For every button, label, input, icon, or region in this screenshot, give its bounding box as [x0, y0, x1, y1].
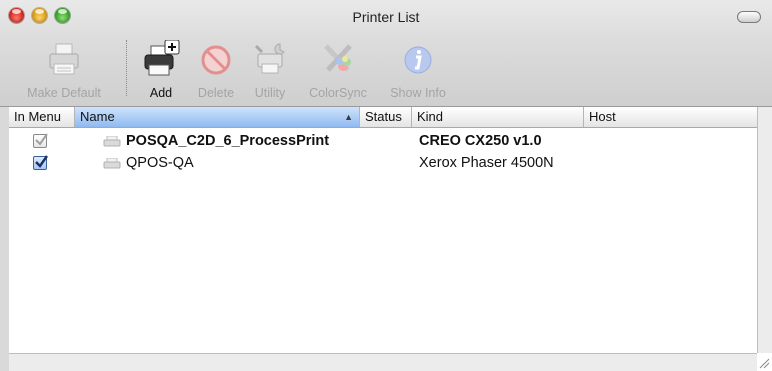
printer-icon [49, 43, 79, 75]
colorsync-label: ColorSync [309, 86, 367, 100]
toolbar-toggle-button[interactable] [737, 11, 761, 23]
colorsync-icon [324, 44, 352, 72]
delete-icon [201, 45, 231, 75]
utility-label: Utility [254, 86, 286, 100]
vertical-scrollbar[interactable] [757, 107, 772, 353]
title-bar[interactable]: Printer List [0, 0, 772, 34]
column-header-status[interactable]: Status [360, 107, 412, 127]
column-header-label: Name [80, 109, 115, 124]
window-title: Printer List [352, 9, 420, 25]
delete-button[interactable]: Delete [190, 34, 242, 106]
add-label: Add [149, 86, 173, 100]
printer-table: In Menu Name ▲ Status Kind Host POSQA_C2… [9, 107, 757, 353]
printer-row-icon [103, 158, 121, 169]
column-header-kind[interactable]: Kind [412, 107, 584, 127]
make-default-button[interactable]: Make Default [14, 34, 114, 106]
add-button[interactable]: Add [136, 34, 186, 106]
column-header-label: Status [365, 109, 402, 124]
column-header-label: In Menu [14, 109, 61, 124]
horizontal-scrollbar[interactable] [9, 353, 757, 371]
column-header-label: Kind [417, 109, 444, 124]
column-header-host[interactable]: Host [584, 107, 757, 127]
make-default-label: Make Default [27, 86, 101, 100]
toolbar: Make Default Add Delete Utility ColorSyn… [0, 34, 772, 106]
table-header: In Menu Name ▲ Status Kind Host [9, 107, 757, 128]
printer-list-window: Printer List Make Default Add Delete Uti… [0, 0, 772, 371]
toolbar-separator [126, 40, 127, 96]
add-printer-icon [144, 40, 180, 76]
column-header-label: Host [589, 109, 616, 124]
delete-label: Delete [197, 86, 235, 100]
window-chrome: Printer List Make Default Add Delete Uti… [0, 0, 772, 107]
column-header-in-menu[interactable]: In Menu [9, 107, 75, 127]
table-row[interactable]: POSQA_C2D_6_ProcessPrint CREO CX250 v1.0 [9, 130, 757, 152]
info-icon [404, 46, 432, 74]
printer-kind: Xerox Phaser 4500N [419, 155, 554, 171]
column-header-name[interactable]: Name ▲ [75, 107, 360, 127]
resize-grip-icon[interactable] [758, 357, 770, 369]
in-menu-checkbox[interactable] [33, 155, 48, 170]
sort-ascending-icon: ▲ [344, 112, 353, 122]
printer-row-icon [103, 136, 121, 147]
utility-icon [254, 43, 285, 74]
window-left-edge [0, 107, 9, 371]
show-info-label: Show Info [390, 86, 446, 100]
printer-kind: CREO CX250 v1.0 [419, 133, 542, 149]
table-row[interactable]: QPOS-QA Xerox Phaser 4500N [9, 152, 757, 174]
colorsync-button[interactable]: ColorSync [300, 34, 376, 106]
show-info-button[interactable]: Show Info [380, 34, 456, 106]
printer-name: POSQA_C2D_6_ProcessPrint [126, 133, 330, 149]
printer-name: QPOS-QA [126, 155, 194, 171]
utility-button[interactable]: Utility [245, 34, 295, 106]
in-menu-checkbox[interactable] [33, 133, 48, 148]
